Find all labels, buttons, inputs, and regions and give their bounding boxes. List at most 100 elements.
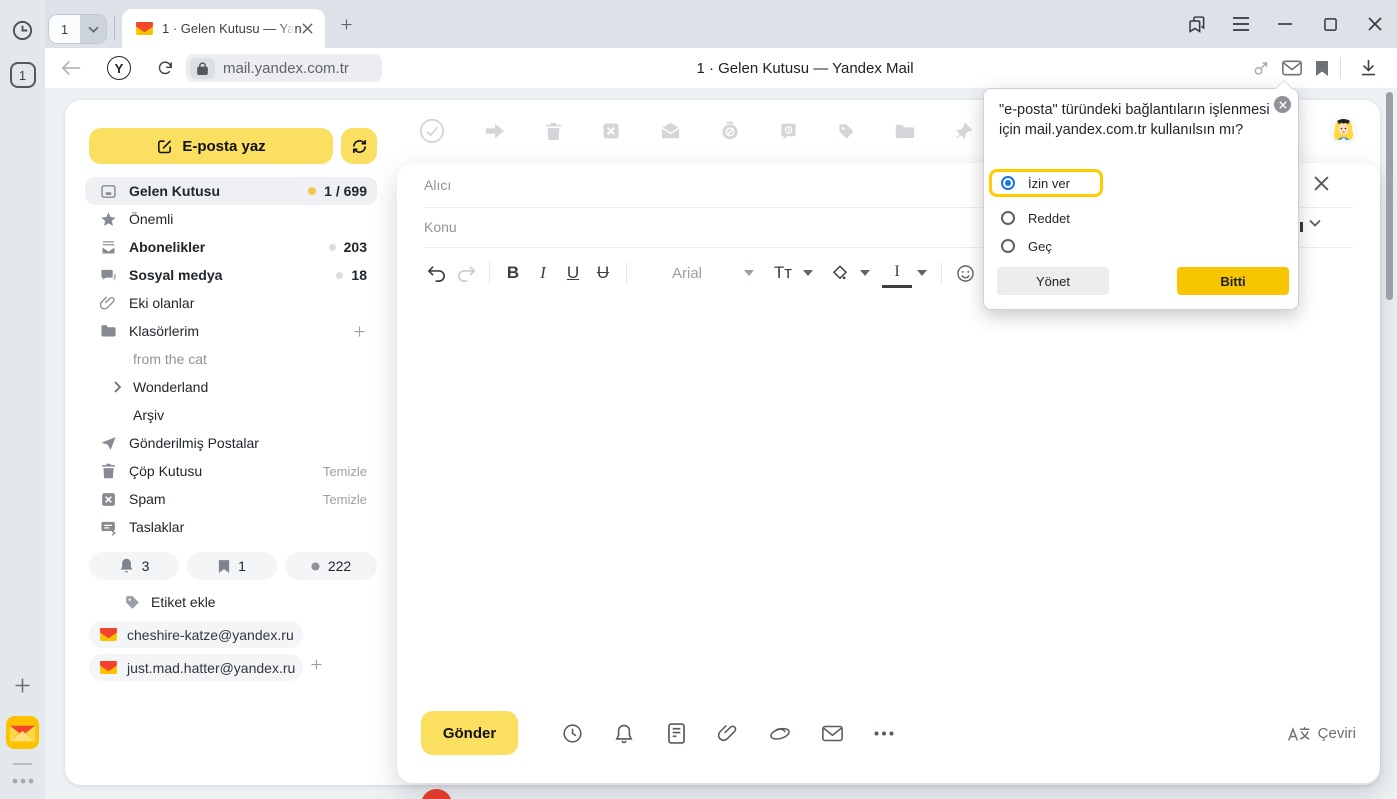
- unread-pill[interactable]: 222: [285, 552, 377, 580]
- label-icon[interactable]: [837, 122, 856, 141]
- dot-icon: [311, 562, 320, 571]
- font-size-select[interactable]: Tт: [768, 258, 798, 288]
- from-selector-chevron-icon[interactable]: [1309, 219, 1321, 227]
- share-link-icon[interactable]: [1247, 48, 1277, 88]
- add-account-button[interactable]: [309, 657, 324, 672]
- templates-icon[interactable]: [650, 723, 702, 744]
- account-email: cheshire-katze@yandex.ru: [127, 627, 294, 643]
- history-clock-icon[interactable]: [0, 18, 45, 42]
- attach-from-mail-icon[interactable]: [806, 725, 858, 742]
- font-size-caret-icon[interactable]: [803, 270, 813, 276]
- close-compose-icon[interactable]: [1314, 176, 1329, 191]
- font-family-caret-icon[interactable]: [744, 270, 754, 276]
- folder-inbox[interactable]: Gelen Kutusu 1 / 699: [85, 177, 377, 205]
- tab-group-chip[interactable]: 1: [48, 14, 107, 44]
- move-to-folder-icon[interactable]: [895, 123, 915, 140]
- schedule-send-icon[interactable]: [546, 723, 598, 744]
- account-cheshire[interactable]: cheshire-katze@yandex.ru: [89, 621, 303, 648]
- downloads-icon[interactable]: [1353, 48, 1383, 88]
- rail-more-button[interactable]: [0, 775, 45, 787]
- italic-button[interactable]: I: [528, 258, 558, 288]
- mark-read-icon[interactable]: [660, 122, 681, 140]
- folder-with-attachments[interactable]: Eki olanlar: [85, 289, 377, 317]
- folder-social[interactable]: Sosyal medya 18: [85, 261, 377, 289]
- active-tab[interactable]: 1 · Gelen Kutusu — Yand: [122, 9, 325, 48]
- attach-from-disk-icon[interactable]: [754, 724, 806, 742]
- bold-button[interactable]: B: [498, 258, 528, 288]
- user-avatar[interactable]: [1329, 116, 1358, 145]
- compose-button[interactable]: E-posta yaz: [89, 128, 333, 164]
- folder-count: 203: [344, 239, 367, 255]
- maximize-button[interactable]: [1310, 0, 1350, 48]
- text-color-caret-icon[interactable]: [917, 270, 927, 276]
- tab-close-icon[interactable]: [302, 23, 313, 34]
- select-all-icon[interactable]: [419, 118, 445, 144]
- emoji-button[interactable]: [950, 258, 980, 288]
- floating-red-badge[interactable]: [421, 789, 452, 799]
- font-family-select[interactable]: Arial: [635, 258, 739, 288]
- folder-wonderland[interactable]: Wonderland: [85, 373, 377, 401]
- page-scrollbar-thumb[interactable]: [1386, 92, 1393, 300]
- folder-trash[interactable]: Çöp Kutusu Temizle: [85, 457, 377, 485]
- inbox-icon: [99, 183, 117, 200]
- folder-list: Gelen Kutusu 1 / 699 Önemli Abonelikler …: [85, 177, 377, 541]
- expand-chevron-icon[interactable]: [113, 381, 122, 393]
- redo-button[interactable]: [451, 258, 481, 288]
- chat-bubbles-icon: [99, 267, 117, 284]
- highlight-color-button[interactable]: [825, 258, 855, 288]
- add-folder-button[interactable]: [352, 324, 367, 339]
- window-close-button[interactable]: [1355, 0, 1395, 48]
- notifications-pill[interactable]: 3: [89, 552, 179, 580]
- bell-icon: [119, 558, 134, 574]
- folder-my-folders[interactable]: Klasörlerim: [85, 317, 377, 345]
- menu-icon[interactable]: [1221, 0, 1261, 48]
- option-deny[interactable]: Reddet: [989, 204, 1139, 232]
- translate-button[interactable]: Çeviri: [1287, 724, 1356, 743]
- minimize-button[interactable]: [1265, 0, 1305, 48]
- pin-icon[interactable]: [954, 122, 973, 141]
- mark-spam-icon[interactable]: [601, 121, 621, 141]
- forward-icon[interactable]: [484, 122, 506, 140]
- folder-important[interactable]: Önemli: [85, 205, 377, 233]
- text-color-button[interactable]: I: [882, 258, 912, 288]
- bookmark-icon[interactable]: [1308, 48, 1336, 88]
- strikethrough-button[interactable]: U: [588, 258, 618, 288]
- reload-button[interactable]: [151, 48, 179, 88]
- send-button[interactable]: Gönder: [421, 711, 518, 755]
- folder-archive[interactable]: Arşiv: [85, 401, 377, 429]
- highlight-caret-icon[interactable]: [860, 270, 870, 276]
- rail-add-button[interactable]: [0, 673, 45, 697]
- check-mail-button[interactable]: [341, 128, 377, 164]
- snooze-icon[interactable]: [720, 121, 740, 141]
- account-hatter[interactable]: just.mad.hatter@yandex.ru: [89, 654, 303, 681]
- empty-trash-button[interactable]: Temizle: [323, 464, 367, 479]
- notify-icon[interactable]: [598, 723, 650, 744]
- done-button[interactable]: Bitti: [1177, 267, 1289, 295]
- folder-spam[interactable]: Spam Temizle: [85, 485, 377, 513]
- folder-sent[interactable]: Gönderilmiş Postalar: [85, 429, 377, 457]
- manage-button[interactable]: Yönet: [997, 267, 1109, 295]
- option-skip[interactable]: Geç: [989, 232, 1139, 260]
- tab-overview-button[interactable]: 1: [0, 62, 45, 88]
- format-toolbar: B I U U Arial Tт I: [421, 255, 1016, 291]
- more-options-icon[interactable]: [858, 731, 910, 736]
- undo-button[interactable]: [421, 258, 451, 288]
- underline-button[interactable]: U: [558, 258, 588, 288]
- empty-spam-button[interactable]: Temizle: [323, 492, 367, 507]
- yandex-services-button[interactable]: Y: [105, 48, 133, 88]
- new-tab-button[interactable]: [339, 17, 354, 32]
- attach-file-icon[interactable]: [702, 723, 754, 743]
- side-panel-icon[interactable]: [1177, 0, 1217, 48]
- back-button[interactable]: [57, 48, 85, 88]
- add-label-button[interactable]: Etiket ekle: [124, 589, 216, 615]
- option-allow[interactable]: İzin ver: [989, 169, 1103, 197]
- folder-from-the-cat[interactable]: from the cat: [85, 345, 377, 373]
- url-box[interactable]: mail.yandex.com.tr: [186, 54, 382, 82]
- folder-drafts[interactable]: Taslaklar: [85, 513, 377, 541]
- reminder-icon[interactable]: [779, 122, 798, 141]
- delete-icon[interactable]: [545, 122, 562, 141]
- lock-icon[interactable]: [190, 58, 215, 79]
- saved-pill[interactable]: 1: [187, 552, 277, 580]
- yandex-mail-app-icon[interactable]: [0, 714, 45, 750]
- folder-subscriptions[interactable]: Abonelikler 203: [85, 233, 377, 261]
